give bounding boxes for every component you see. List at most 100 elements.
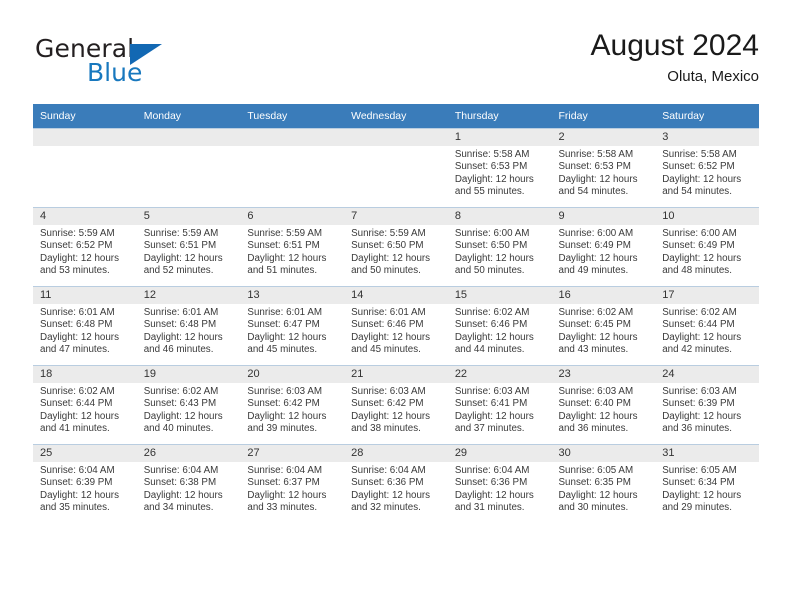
day-details: Sunrise: 6:01 AM Sunset: 6:46 PM Daylight:… [344,304,448,357]
sunset-text: Sunset: 6:50 PM [454,240,528,252]
day-cell[interactable]: 11 Sunrise: 6:01 AM Sunset: 6:48 PM Dayligh… [33,286,137,366]
day-details: Sunrise: 6:02 AM Sunset: 6:46 PM Daylight:… [448,304,552,357]
day-number [136,129,241,146]
sunset-text: Sunset: 6:52 PM [662,161,735,173]
sunset-text: Sunset: 6:47 PM [247,319,320,331]
day-cell[interactable]: 1 Sunrise: 5:58 AM Sunset: 6:53 PM Daylight… [447,128,552,208]
sunrise-text: Sunrise: 5:58 AM [558,149,634,160]
day-details: Sunrise: 5:59 AM Sunset: 6:51 PM Daylight:… [137,225,241,278]
day-number: 9 [551,208,656,225]
day-number: 5 [136,208,241,225]
day-number: 28 [344,445,448,462]
general-blue-logo[interactable]: General Blue [35,34,225,90]
day-details: Sunrise: 6:02 AM Sunset: 6:44 PM Daylight:… [33,383,137,436]
daylight-text: Daylight: 12 hours and 50 minutes. [351,252,431,277]
title-block: August 2024 Oluta, Mexico [591,28,759,88]
sunrise-text: Sunrise: 6:05 AM [662,465,737,476]
day-details: Sunrise: 6:04 AM Sunset: 6:37 PM Daylight:… [240,462,344,515]
day-cell[interactable]: 29 Sunrise: 6:04 AM Sunset: 6:36 PM Dayligh… [447,444,552,523]
day-details: Sunrise: 6:03 AM Sunset: 6:42 PM Daylight:… [344,383,448,436]
day-cell[interactable]: 17 Sunrise: 6:02 AM Sunset: 6:44 PM Dayligh… [655,286,759,366]
sunset-text: Sunset: 6:42 PM [247,398,320,410]
empty-day-cell [136,128,241,208]
day-cell[interactable]: 8 Sunrise: 6:00 AM Sunset: 6:50 PM Daylight… [447,207,552,287]
calendar-week-row: 1 Sunrise: 5:58 AM Sunset: 6:53 PM Daylight… [33,128,759,208]
day-cell[interactable]: 31 Sunrise: 6:05 AM Sunset: 6:34 PM Dayligh… [655,444,759,523]
day-details: Sunrise: 6:03 AM Sunset: 6:40 PM Daylight:… [552,383,656,436]
day-cell[interactable]: 22 Sunrise: 6:03 AM Sunset: 6:41 PM Dayligh… [447,365,552,445]
daylight-text: Daylight: 12 hours and 49 minutes. [558,252,638,277]
day-cell[interactable]: 6 Sunrise: 5:59 AM Sunset: 6:51 PM Daylight… [240,207,345,287]
day-number: 14 [344,287,448,304]
calendar-week-row: 4 Sunrise: 5:59 AM Sunset: 6:52 PM Daylight… [33,207,759,287]
sunrise-text: Sunrise: 6:03 AM [662,386,737,397]
sunrise-text: Sunrise: 6:02 AM [40,386,115,397]
day-cell[interactable]: 7 Sunrise: 5:59 AM Sunset: 6:50 PM Daylight… [344,207,448,287]
daylight-text: Daylight: 12 hours and 54 minutes. [662,173,742,198]
day-details: Sunrise: 6:05 AM Sunset: 6:35 PM Daylight:… [552,462,656,515]
sunrise-text: Sunrise: 6:03 AM [558,386,634,397]
sunrise-text: Sunrise: 6:00 AM [662,228,737,239]
sunrise-text: Sunrise: 6:04 AM [143,465,219,476]
day-number [344,129,448,146]
empty-day-cell [240,128,345,208]
day-cell[interactable]: 24 Sunrise: 6:03 AM Sunset: 6:39 PM Dayligh… [655,365,759,445]
sunset-text: Sunset: 6:53 PM [454,161,528,173]
day-cell[interactable]: 5 Sunrise: 5:59 AM Sunset: 6:51 PM Daylight… [136,207,241,287]
day-cell[interactable]: 14 Sunrise: 6:01 AM Sunset: 6:46 PM Dayligh… [344,286,448,366]
day-cell[interactable]: 4 Sunrise: 5:59 AM Sunset: 6:52 PM Daylight… [33,207,137,287]
day-details: Sunrise: 6:04 AM Sunset: 6:36 PM Daylight:… [448,462,552,515]
sunset-text: Sunset: 6:50 PM [351,240,424,252]
day-cell[interactable]: 19 Sunrise: 6:02 AM Sunset: 6:43 PM Dayligh… [136,365,241,445]
day-details: Sunrise: 6:02 AM Sunset: 6:45 PM Daylight:… [552,304,656,357]
daylight-text: Daylight: 12 hours and 32 minutes. [351,489,431,514]
day-cell[interactable]: 30 Sunrise: 6:05 AM Sunset: 6:35 PM Dayligh… [551,444,656,523]
sunset-text: Sunset: 6:40 PM [558,398,631,410]
sunrise-text: Sunrise: 6:03 AM [247,386,323,397]
sunrise-text: Sunrise: 6:04 AM [247,465,323,476]
daylight-text: Daylight: 12 hours and 36 minutes. [558,410,638,435]
empty-day-cell [33,128,137,208]
day-cell[interactable]: 10 Sunrise: 6:00 AM Sunset: 6:49 PM Dayligh… [655,207,759,287]
daylight-text: Daylight: 12 hours and 52 minutes. [143,252,223,277]
sunrise-text: Sunrise: 6:01 AM [247,307,323,318]
sunset-text: Sunset: 6:48 PM [40,319,113,331]
day-cell[interactable]: 20 Sunrise: 6:03 AM Sunset: 6:42 PM Dayligh… [240,365,345,445]
day-number: 20 [240,366,345,383]
day-number: 27 [240,445,345,462]
daylight-text: Daylight: 12 hours and 48 minutes. [662,252,742,277]
day-cell[interactable]: 2 Sunrise: 5:58 AM Sunset: 6:53 PM Daylight… [551,128,656,208]
daylight-text: Daylight: 12 hours and 30 minutes. [558,489,638,514]
day-cell[interactable]: 27 Sunrise: 6:04 AM Sunset: 6:37 PM Dayligh… [240,444,345,523]
sunset-text: Sunset: 6:34 PM [662,477,735,489]
sunset-text: Sunset: 6:49 PM [662,240,735,252]
day-details: Sunrise: 6:02 AM Sunset: 6:43 PM Daylight:… [137,383,241,436]
day-cell[interactable]: 9 Sunrise: 6:00 AM Sunset: 6:49 PM Daylight… [551,207,656,287]
day-cell[interactable]: 13 Sunrise: 6:01 AM Sunset: 6:47 PM Dayligh… [240,286,345,366]
day-number: 11 [33,287,137,304]
day-details: Sunrise: 6:04 AM Sunset: 6:36 PM Daylight:… [344,462,448,515]
daylight-text: Daylight: 12 hours and 34 minutes. [143,489,223,514]
sunset-text: Sunset: 6:41 PM [454,398,528,410]
day-cell[interactable]: 3 Sunrise: 5:58 AM Sunset: 6:52 PM Daylight… [655,128,759,208]
day-cell[interactable]: 28 Sunrise: 6:04 AM Sunset: 6:36 PM Dayligh… [344,444,448,523]
day-details: Sunrise: 6:00 AM Sunset: 6:50 PM Daylight:… [448,225,552,278]
day-cell[interactable]: 16 Sunrise: 6:02 AM Sunset: 6:45 PM Dayligh… [551,286,656,366]
day-number: 24 [655,366,759,383]
day-number: 25 [33,445,137,462]
sunset-text: Sunset: 6:45 PM [558,319,631,331]
daylight-text: Daylight: 12 hours and 45 minutes. [247,331,327,356]
day-cell[interactable]: 15 Sunrise: 6:02 AM Sunset: 6:46 PM Dayligh… [447,286,552,366]
day-cell[interactable]: 12 Sunrise: 6:01 AM Sunset: 6:48 PM Dayligh… [136,286,241,366]
day-number: 15 [447,287,552,304]
daylight-text: Daylight: 12 hours and 38 minutes. [351,410,431,435]
day-cell[interactable]: 18 Sunrise: 6:02 AM Sunset: 6:44 PM Dayligh… [33,365,137,445]
sunrise-text: Sunrise: 5:59 AM [247,228,323,239]
daylight-text: Daylight: 12 hours and 37 minutes. [454,410,534,435]
daylight-text: Daylight: 12 hours and 33 minutes. [247,489,327,514]
day-cell[interactable]: 26 Sunrise: 6:04 AM Sunset: 6:38 PM Dayligh… [136,444,241,523]
day-cell[interactable]: 21 Sunrise: 6:03 AM Sunset: 6:42 PM Dayligh… [344,365,448,445]
day-details: Sunrise: 6:03 AM Sunset: 6:42 PM Daylight:… [240,383,344,436]
day-cell[interactable]: 23 Sunrise: 6:03 AM Sunset: 6:40 PM Dayligh… [551,365,656,445]
day-cell[interactable]: 25 Sunrise: 6:04 AM Sunset: 6:39 PM Dayligh… [33,444,137,523]
